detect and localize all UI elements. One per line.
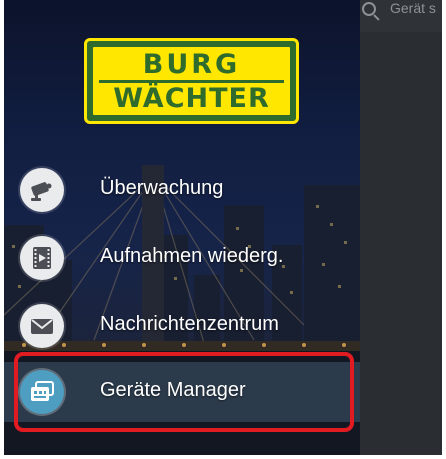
search-bar[interactable]: Gerät s <box>356 0 442 32</box>
menu-item-nachrichtenzentrum[interactable]: Nachrichtenzentrum <box>4 296 360 356</box>
logo-text-line2: WÄCHTER <box>113 83 270 114</box>
app-screen: Gerät s BURG WÄCHTER Überwachung Aufnahm… <box>4 0 442 455</box>
menu-item-aufnahmen[interactable]: Aufnahmen wiederg. <box>4 228 360 288</box>
video-playback-icon <box>20 236 64 280</box>
logo-text-line1: BURG <box>142 49 241 80</box>
menu-item-label: Nachrichtenzentrum <box>100 313 279 335</box>
menu-item-ueberwachung[interactable]: Überwachung <box>4 160 360 220</box>
menu-item-label: Aufnahmen wiederg. <box>100 245 284 267</box>
burg-waechter-logo: BURG WÄCHTER <box>84 38 299 124</box>
search-placeholder: Gerät s <box>390 0 436 16</box>
highlight-annotation <box>14 352 354 432</box>
menu-item-label: Überwachung <box>100 177 224 199</box>
camera-icon <box>20 168 64 212</box>
logo-inner: BURG WÄCHTER <box>91 45 292 117</box>
envelope-icon <box>20 304 64 348</box>
search-icon <box>362 2 376 16</box>
